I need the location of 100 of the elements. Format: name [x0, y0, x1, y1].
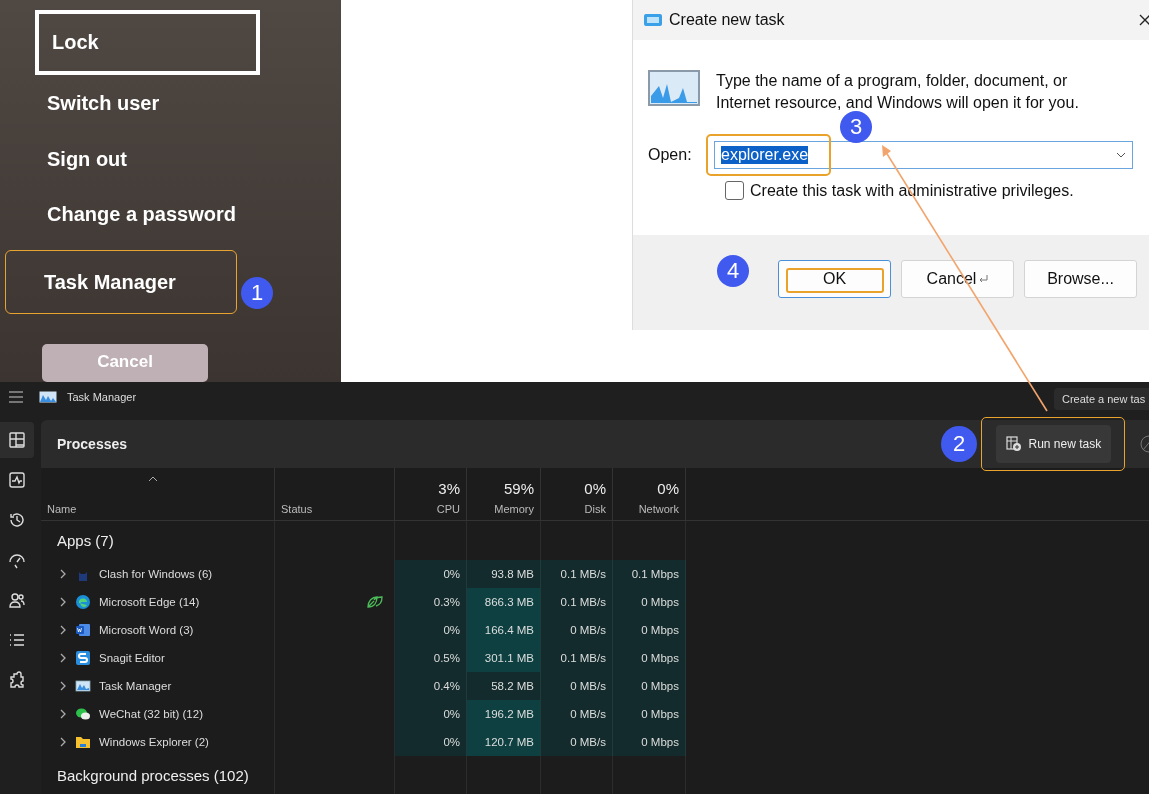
table-cell: 196.2 MB — [467, 700, 541, 728]
folder-icon — [75, 734, 91, 750]
lock-menu-item[interactable]: Task Manager — [5, 249, 237, 315]
column-label: CPU — [436, 503, 460, 515]
speedometer-icon — [8, 551, 26, 569]
chevron-right-icon[interactable] — [59, 597, 67, 607]
table-cell: 0.5% — [395, 644, 467, 672]
table-cell: 0% — [395, 560, 467, 588]
table-cell: 120.7 MB — [467, 728, 541, 756]
input-value: explorer.exe — [721, 146, 809, 164]
table-cell: 0 MB/s — [541, 672, 613, 700]
chart-window-icon — [39, 391, 57, 403]
table-cell: 0 Mbps — [613, 644, 686, 672]
table-cell: 0% — [395, 728, 467, 756]
chart-window-icon — [75, 678, 91, 694]
grid-icon — [8, 431, 26, 449]
group-header: Apps (7) — [56, 532, 114, 549]
run-new-task-button[interactable]: Run new task — [995, 425, 1111, 463]
table-cell: 0.1 MB/s — [541, 560, 613, 588]
table-cell: 0 MB/s — [541, 728, 613, 756]
table-cell: 0.1 MB/s — [541, 588, 613, 616]
table-cell: 0.1 MB/s — [541, 644, 613, 672]
table-cell: 0.1 Mbps — [613, 560, 686, 588]
lock-menu-item[interactable]: Lock — [35, 10, 260, 76]
table-cell: 58.2 MB — [467, 672, 541, 700]
chevron-right-icon[interactable] — [59, 653, 67, 663]
chevron-right-icon[interactable] — [59, 709, 67, 719]
column-label: Memory — [494, 503, 534, 515]
dialog-button[interactable]: Browse... — [1024, 259, 1137, 298]
table-cell: 0 MB/s — [541, 616, 613, 644]
process-name: Task Manager — [99, 680, 172, 692]
dialog-button[interactable]: OK — [778, 259, 891, 298]
page-title: Processes — [57, 436, 129, 452]
column-header[interactable]: 3% CPU — [395, 468, 467, 520]
list-icon — [8, 631, 26, 649]
field-label: Open: — [648, 146, 693, 164]
column-total: 0% — [657, 480, 679, 497]
edge-icon — [75, 594, 91, 610]
pulse-icon — [8, 471, 26, 489]
return-arrow-icon — [978, 273, 989, 284]
sort-caret-icon — [148, 476, 158, 482]
process-name: Microsoft Word (3) — [99, 624, 194, 636]
column-label: Status — [281, 503, 313, 515]
chevron-right-icon[interactable] — [59, 737, 67, 747]
chart-window-icon — [648, 70, 700, 106]
table-cell: 166.4 MB — [467, 616, 541, 644]
efficiency-mode-icon[interactable] — [1139, 435, 1149, 453]
column-label: Disk — [584, 503, 606, 515]
lock-menu-item[interactable]: Change a password — [45, 188, 305, 242]
sidebar-tab[interactable] — [0, 422, 34, 458]
checkbox[interactable] — [725, 181, 744, 200]
history-icon — [8, 511, 26, 529]
table-cell: 301.1 MB — [467, 644, 541, 672]
s-logo-icon — [75, 650, 91, 666]
column-label: Network — [638, 503, 679, 515]
process-name: WeChat (32 bit) (12) — [99, 708, 203, 720]
close-icon[interactable] — [1139, 13, 1149, 27]
lock-menu-item[interactable]: Switch user — [45, 77, 305, 131]
table-cell: 0.3% — [395, 588, 467, 616]
table-cell: 93.8 MB — [467, 560, 541, 588]
table-cell: 866.3 MB — [467, 588, 541, 616]
table-cell: 0 Mbps — [613, 672, 686, 700]
column-total: 3% — [438, 480, 460, 497]
process-name: Clash for Windows (6) — [99, 568, 213, 580]
puzzle-icon — [8, 671, 26, 689]
dialog-message: Type the name of a program, folder, document, or Internet resource, and Windows will open it for you. — [716, 71, 1080, 113]
step-badge: 1 — [241, 277, 273, 309]
word-icon — [75, 622, 91, 638]
window-icon — [643, 12, 663, 28]
table-cell: 0% — [395, 616, 467, 644]
process-name: Microsoft Edge (14) — [99, 596, 200, 608]
table-cell: 0 Mbps — [613, 700, 686, 728]
chat-bubbles-icon — [75, 706, 91, 722]
tooltip: Create a new tas — [1054, 388, 1149, 410]
dropdown-caret-icon[interactable] — [1116, 152, 1126, 158]
column-header[interactable]: 0% Network — [613, 468, 686, 520]
open-input-field[interactable]: explorer.exe — [714, 141, 1133, 169]
table-cell: 0 Mbps — [613, 588, 686, 616]
process-name: Snagit Editor — [99, 652, 165, 664]
step-badge: 2 — [941, 426, 977, 462]
table-cell: 0 MB/s — [541, 700, 613, 728]
column-label: Name — [47, 503, 77, 515]
column-total: 59% — [503, 480, 534, 497]
column-total: 0% — [584, 480, 606, 497]
chevron-right-icon[interactable] — [59, 681, 67, 691]
dialog-title: Create new task — [669, 11, 785, 29]
add-task-icon — [1005, 436, 1022, 452]
table-cell: 0 Mbps — [613, 616, 686, 644]
app-title: Task Manager — [67, 391, 137, 403]
lock-menu-item[interactable]: Sign out — [45, 132, 305, 187]
process-name: Windows Explorer (2) — [99, 736, 209, 748]
column-header[interactable]: Status — [275, 468, 395, 520]
chevron-right-icon[interactable] — [59, 625, 67, 635]
chevron-right-icon[interactable] — [59, 569, 67, 579]
menu-icon[interactable] — [9, 391, 23, 403]
step-badge: 3 — [840, 111, 872, 143]
column-header[interactable]: 0% Disk — [541, 468, 613, 520]
column-header[interactable]: 59% Memory — [467, 468, 541, 520]
users-icon — [8, 591, 26, 609]
column-header[interactable]: Name — [41, 468, 275, 520]
